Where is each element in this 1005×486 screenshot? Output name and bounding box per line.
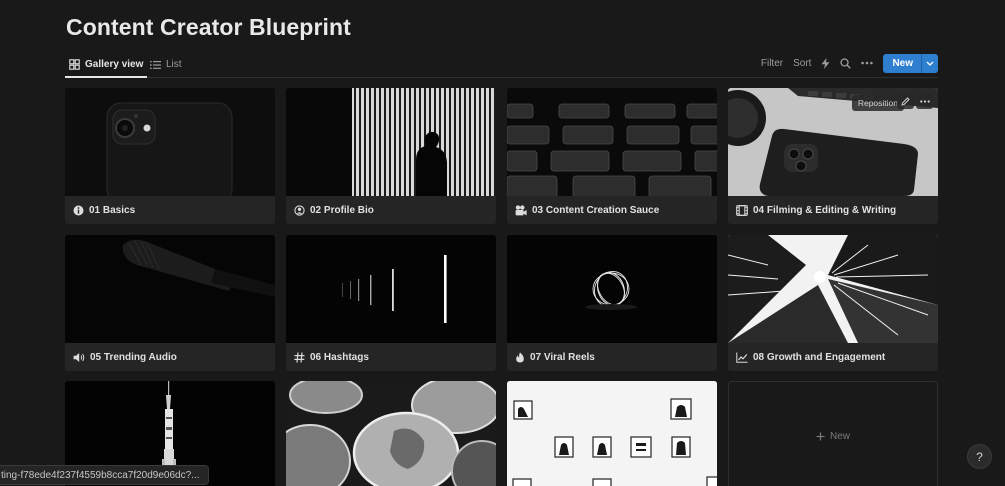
new-button[interactable]: New bbox=[883, 53, 938, 73]
gallery-card[interactable]: 03 Content Creation Sauce bbox=[507, 88, 717, 224]
card-title: 06 Hashtags bbox=[310, 351, 369, 363]
lightning-icon bbox=[821, 57, 830, 69]
gallery-card[interactable]: 01 Basics bbox=[65, 88, 275, 224]
card-cover-image bbox=[286, 88, 496, 196]
gallery-card[interactable] bbox=[507, 381, 717, 486]
tab-gallery-label: Gallery view bbox=[85, 59, 144, 70]
card-title: 08 Growth and Engagement bbox=[753, 351, 886, 363]
tab-list-label: List bbox=[166, 59, 182, 70]
film-camera-icon bbox=[515, 204, 527, 215]
add-new-card[interactable]: New bbox=[728, 381, 938, 486]
help-button[interactable]: ? bbox=[967, 444, 992, 469]
tab-list[interactable]: List bbox=[150, 52, 182, 77]
gallery-card[interactable]: 07 Viral Reels bbox=[507, 235, 717, 371]
search-icon bbox=[840, 57, 852, 69]
view-bar: Gallery view List Filter Sort New bbox=[64, 52, 938, 78]
card-cover-image bbox=[728, 235, 938, 343]
card-caption: 04 Filming & Editing & Writing bbox=[736, 196, 896, 224]
search-button[interactable] bbox=[840, 57, 852, 69]
pencil-icon bbox=[901, 97, 910, 106]
automation-button[interactable] bbox=[821, 57, 830, 69]
card-caption: 01 Basics bbox=[73, 196, 135, 224]
card-cover-image: Reposition bbox=[728, 88, 938, 196]
card-cover-image bbox=[286, 381, 496, 486]
new-button-label: New bbox=[883, 53, 922, 73]
sort-button[interactable]: Sort bbox=[793, 58, 811, 69]
card-title: 01 Basics bbox=[89, 204, 136, 216]
card-title: 03 Content Creation Sauce bbox=[532, 204, 660, 216]
card-caption: 03 Content Creation Sauce bbox=[515, 196, 659, 224]
gallery-page: Content Creator Blueprint Gallery view L… bbox=[0, 0, 1005, 486]
hashtag-icon bbox=[294, 351, 305, 363]
gallery-card[interactable] bbox=[286, 381, 496, 486]
more-options-button[interactable] bbox=[861, 61, 874, 65]
card-caption: 02 Profile Bio bbox=[294, 196, 374, 224]
fire-icon bbox=[516, 352, 524, 362]
tab-gallery-view[interactable]: Gallery view bbox=[64, 52, 148, 78]
card-caption: 06 Hashtags bbox=[294, 343, 369, 371]
card-cover-image bbox=[65, 88, 275, 196]
new-dropdown-button[interactable] bbox=[922, 54, 938, 73]
info-circle-icon bbox=[73, 205, 84, 215]
card-title: 02 Profile Bio bbox=[310, 204, 374, 216]
chart-line-icon bbox=[736, 352, 748, 363]
new-card-label: New bbox=[829, 430, 850, 442]
card-caption: 05 Trending Audio bbox=[73, 343, 177, 371]
film-frame-icon bbox=[736, 204, 748, 216]
gallery-card[interactable]: 06 Hashtags bbox=[286, 235, 496, 371]
edit-cover-button[interactable] bbox=[897, 94, 914, 109]
card-more-button[interactable] bbox=[916, 94, 933, 109]
card-cover-image bbox=[507, 88, 717, 196]
gallery-card[interactable]: 08 Growth and Engagement bbox=[728, 235, 938, 371]
speaker-icon bbox=[73, 352, 85, 362]
list-icon bbox=[150, 60, 161, 69]
view-toolbar: Filter Sort New bbox=[761, 52, 938, 74]
card-title: 05 Trending Audio bbox=[90, 351, 177, 363]
card-title: 04 Filming & Editing & Writing bbox=[753, 204, 897, 216]
chevron-down-icon bbox=[926, 61, 934, 66]
card-cover-image bbox=[286, 235, 496, 343]
gallery-grid-icon bbox=[69, 59, 80, 70]
person-circle-icon bbox=[294, 204, 305, 216]
card-cover-image bbox=[507, 381, 717, 486]
card-caption: 07 Viral Reels bbox=[515, 343, 595, 371]
link-status-bar: ting-f78ede4f237f4559b8cca7f20d9e06dc?..… bbox=[0, 465, 209, 485]
card-caption: 08 Growth and Engagement bbox=[736, 343, 885, 371]
filter-button[interactable]: Filter bbox=[761, 58, 783, 69]
more-dots-icon bbox=[919, 100, 930, 103]
gallery-card[interactable]: 02 Profile Bio bbox=[286, 88, 496, 224]
gallery-card[interactable]: 05 Trending Audio bbox=[65, 235, 275, 371]
page-title: Content Creator Blueprint bbox=[66, 14, 351, 40]
plus-icon bbox=[816, 432, 825, 440]
gallery-card[interactable]: Reposition 04 Filming & Editing & Writin… bbox=[728, 88, 938, 224]
card-cover-image bbox=[65, 235, 275, 343]
card-cover-image bbox=[507, 235, 717, 343]
more-dots-icon bbox=[861, 61, 874, 65]
card-title: 07 Viral Reels bbox=[530, 351, 595, 363]
